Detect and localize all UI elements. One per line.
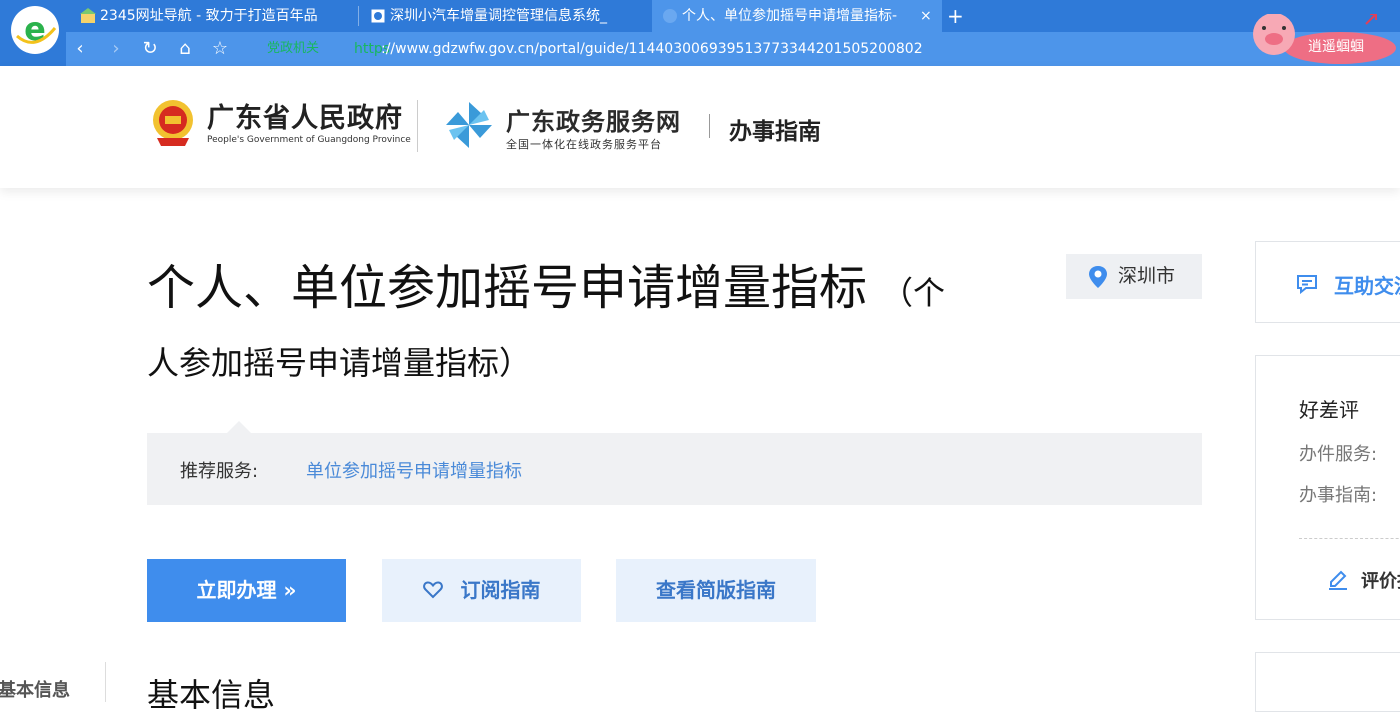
recommended-link[interactable]: 单位参加摇号申请增量指标 [306, 457, 522, 483]
gov-name-en: People's Government of Guangdong Provinc… [207, 135, 411, 145]
recommend-pointer [227, 421, 251, 433]
right-card-3 [1255, 652, 1400, 712]
portal-name[interactable]: 广东政务服务网 [506, 102, 681, 137]
city-selector[interactable]: 深圳市 [1066, 254, 1202, 299]
tab-strip: 2345网址导航 - 致力于打造百年品 深圳小汽车增量调控管理信息系统_ 个人、… [70, 0, 1250, 32]
new-tab-icon[interactable]: + [947, 0, 964, 32]
tab-title: 深圳小汽车增量调控管理信息系统_ [390, 8, 607, 24]
tab-shenzhen-car[interactable]: 深圳小汽车增量调控管理信息系统_ [360, 0, 650, 32]
browser-chrome: e 2345网址导航 - 致力于打造百年品 深圳小汽车增量调控管理信息系统_ 个… [0, 0, 1400, 66]
browser-logo-icon[interactable]: e [11, 6, 59, 54]
mascot-label[interactable]: 逍遥蝈蝈 [1308, 36, 1364, 56]
side-nav-divider [105, 662, 106, 702]
page-title-line2: 人参加摇号申请增量指标） [147, 344, 532, 382]
recommended-services: 推荐服务: 单位参加摇号申请增量指标 [147, 433, 1202, 505]
page-icon [370, 8, 386, 24]
forward-icon[interactable]: › [104, 37, 128, 61]
section-title: 办事指南 [729, 119, 821, 145]
back-icon[interactable]: ‹ [68, 37, 92, 61]
rating-guide-label: 办事指南: [1299, 485, 1378, 506]
subscribe-label: 订阅指南 [460, 578, 541, 602]
heart-icon [422, 581, 443, 599]
portal-subtitle: 全国一体化在线政务服务平台 [506, 138, 662, 151]
header-divider-2 [709, 114, 710, 138]
rating-card: 好差评 办件服务: 办事指南: 评价指南 [1255, 355, 1400, 620]
side-nav-basic-info[interactable]: 基本信息 [0, 676, 70, 702]
title-main: 个人、单位参加摇号申请增量指标 [147, 260, 868, 316]
pencil-icon [1329, 570, 1347, 590]
navigation-bar: ‹ › ↻ ⌂ ☆ 党政机关 https ://www.gdzwfw.gov.c… [66, 32, 1400, 66]
tab-separator [358, 6, 359, 26]
gov-name[interactable]: 广东省人民政府 [207, 96, 403, 135]
recommended-label: 推荐服务: [180, 461, 259, 482]
globe-icon [663, 9, 677, 23]
portal-logo-icon [446, 102, 492, 148]
apply-now-button[interactable]: 立即办理 » [147, 559, 346, 622]
rating-title: 好差评 [1299, 398, 1359, 422]
header-divider [417, 100, 418, 152]
house-icon [80, 8, 96, 23]
reload-icon[interactable]: ↻ [138, 37, 162, 61]
tab-title: 2345网址导航 - 致力于打造百年品 [100, 8, 318, 24]
address-bar[interactable]: 党政机关 https ://www.gdzwfw.gov.cn/portal/g… [261, 36, 1200, 62]
simple-guide-button[interactable]: 查看简版指南 [616, 559, 816, 622]
chat-icon [1297, 275, 1317, 294]
tab-2345[interactable]: 2345网址导航 - 致力于打造百年品 [70, 0, 355, 32]
tab-guide-active[interactable]: 个人、单位参加摇号申请增量指标- [652, 0, 942, 32]
site-badge: 党政机关 [267, 41, 320, 56]
evaluate-guide-link[interactable]: 评价指南 [1361, 567, 1400, 593]
interaction-label: 互助交流 [1334, 274, 1400, 298]
home-icon[interactable]: ⌂ [173, 37, 197, 61]
tab-close-icon[interactable]: × [920, 0, 932, 32]
title-paren-start: （个 [881, 274, 946, 312]
section-heading: 基本信息 [147, 676, 276, 714]
location-pin-icon [1089, 266, 1107, 288]
favorite-star-icon[interactable]: ☆ [208, 37, 232, 61]
url-text: ://www.gdzwfw.gov.cn/portal/guide/114403… [381, 41, 923, 57]
city-label: 深圳市 [1118, 265, 1176, 287]
interaction-card[interactable]: 互助交流 [1255, 241, 1400, 323]
subscribe-guide-button[interactable]: 订阅指南 [382, 559, 581, 622]
rating-divider [1299, 538, 1400, 539]
site-header: 广东省人民政府 People's Government of Guangdong… [0, 66, 1400, 188]
page-title: 个人、单位参加摇号申请增量指标 （个 [147, 248, 945, 318]
rating-service-label: 办件服务: [1299, 444, 1378, 465]
tab-title: 个人、单位参加摇号申请增量指标- [682, 8, 898, 24]
national-emblem-icon [153, 100, 193, 146]
